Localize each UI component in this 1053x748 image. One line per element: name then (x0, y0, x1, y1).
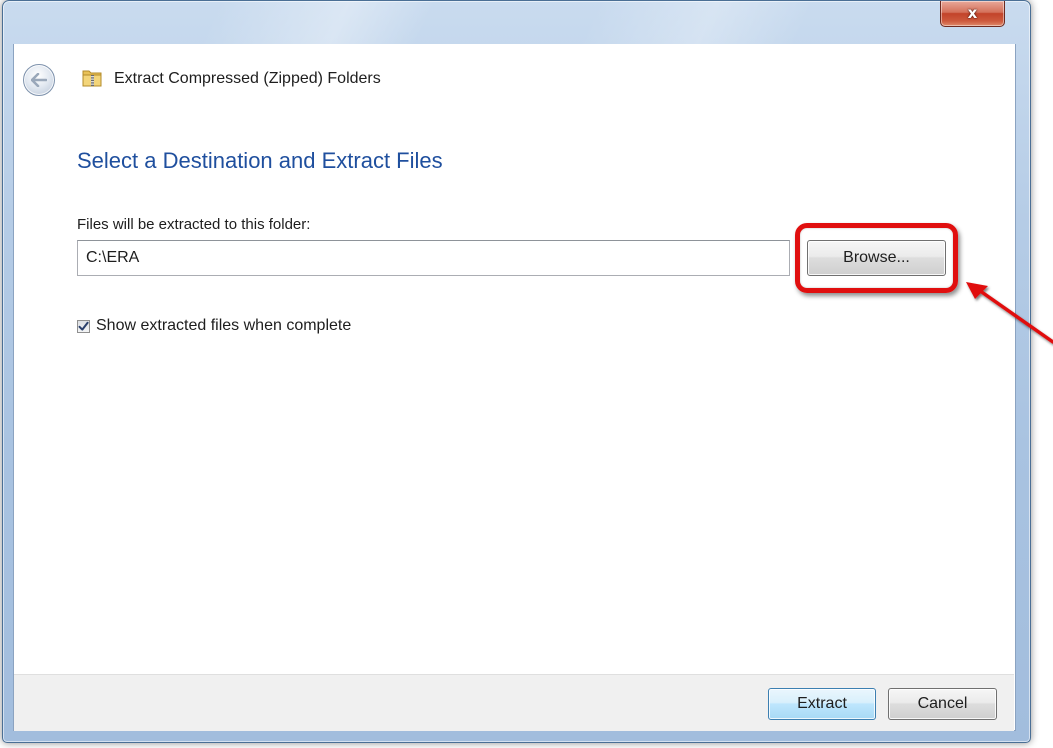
show-files-checkbox-label: Show extracted files when complete (96, 317, 352, 334)
close-button[interactable]: x (940, 1, 1005, 27)
extract-button[interactable]: Extract (768, 688, 876, 720)
destination-path-input[interactable] (77, 240, 790, 276)
back-button[interactable] (23, 64, 55, 96)
close-icon: x (967, 4, 978, 22)
checkmark-icon (78, 321, 89, 331)
destination-folder-label: Files will be extracted to this folder: (77, 216, 311, 233)
page-heading: Select a Destination and Extract Files (77, 148, 443, 173)
cancel-button[interactable]: Cancel (888, 688, 997, 720)
window-title: Extract Compressed (Zipped) Folders (114, 70, 381, 87)
screenshot: x Extract Compressed (Zipped) Folders Se… (0, 0, 1053, 748)
show-files-checkbox-row[interactable]: Show extracted files when complete (77, 316, 351, 336)
browse-button[interactable]: Browse... (807, 240, 946, 276)
show-files-checkbox[interactable] (77, 319, 90, 333)
back-arrow-icon (31, 73, 47, 87)
zip-folder-icon (82, 70, 102, 87)
